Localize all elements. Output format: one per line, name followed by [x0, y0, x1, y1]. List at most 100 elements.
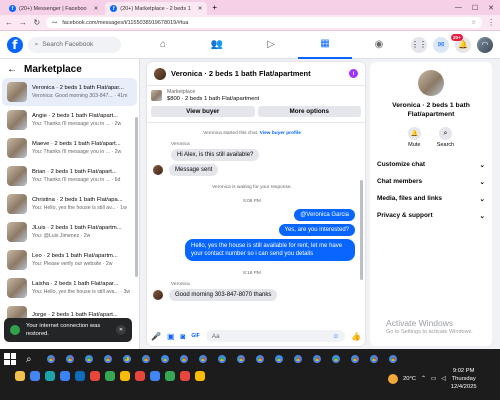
weather-icon[interactable] — [388, 374, 398, 384]
close-window-icon[interactable]: ✕ — [488, 4, 494, 12]
messenger-icon[interactable]: ✉ — [433, 36, 449, 53]
watch-video-icon[interactable]: ▷ — [244, 31, 298, 59]
chrome-icon[interactable] — [30, 371, 40, 381]
chrome-profile-icon[interactable] — [120, 371, 130, 381]
chat-list-item[interactable]: Maeve · 2 beds 1 bath Flat/apart... You: … — [2, 134, 137, 162]
chrome-window-icon[interactable] — [271, 352, 286, 366]
search-input[interactable]: ⌕ Search Facebook — [27, 36, 121, 53]
new-tab-icon[interactable]: + — [212, 3, 217, 12]
taskbar-search-icon[interactable]: ⌕ — [26, 354, 32, 365]
mail-icon[interactable] — [75, 371, 85, 381]
chrome-profile-icon[interactable] — [180, 371, 190, 381]
voice-clip-icon[interactable]: 🎤 — [151, 332, 161, 341]
reload-icon[interactable]: ↻ — [32, 18, 42, 28]
chrome-window-icon[interactable] — [347, 352, 362, 366]
url-field[interactable]: ⊶ facebook.com/messages/t/11550389196780… — [45, 17, 483, 28]
chrome-window-icon[interactable] — [176, 352, 191, 366]
tray-overflow-icon[interactable]: ⌃ — [421, 376, 426, 382]
chrome-profile-icon[interactable] — [135, 371, 145, 381]
chrome-window-icon[interactable] — [385, 352, 400, 366]
chrome-window-icon[interactable] — [138, 352, 153, 366]
attach-photo-icon[interactable]: ▣ — [167, 332, 175, 341]
store-icon[interactable] — [60, 371, 70, 381]
close-tab-icon[interactable]: ✕ — [198, 6, 203, 12]
chrome-window-icon[interactable] — [252, 352, 267, 366]
emoji-icon[interactable]: ☺ — [332, 333, 339, 340]
file-explorer-icon[interactable] — [15, 371, 25, 381]
chat-list-item[interactable]: Veronica · 2 beds 1 bath Flat/apar... Ver… — [2, 78, 137, 106]
like-thumb-icon[interactable]: 👍 — [351, 332, 361, 341]
chrome-window-icon[interactable] — [119, 352, 134, 366]
maximize-window-icon[interactable]: ☐ — [472, 4, 478, 12]
view-buyer-button[interactable]: View buyer — [151, 106, 255, 117]
facebook-favicon-icon: f — [110, 5, 118, 12]
chat-list-item[interactable]: Leo · 2 beds 1 bath Flat/apartm... You: P… — [2, 246, 137, 274]
privacy-support-section[interactable]: Privacy & support ⌄ — [370, 207, 492, 224]
close-toast-icon[interactable]: ✕ — [116, 325, 126, 335]
sticker-icon[interactable]: ◙ — [181, 332, 186, 341]
browser-tab-messenger[interactable]: f (20+) Messenger | Faceboo ✕ — [4, 2, 103, 15]
chat-list-item[interactable]: JLuis · 2 beds 1 bath Flat/apartm... You:… — [2, 218, 137, 246]
back-icon[interactable]: ← — [4, 18, 14, 28]
listing-source: Marketplace — [167, 89, 196, 95]
facebook-logo-icon[interactable]: f — [7, 36, 23, 53]
menu-grid-icon[interactable]: ⋮⋮ — [411, 36, 427, 53]
forward-icon[interactable]: → — [18, 18, 28, 28]
view-buyer-profile-link[interactable]: View buyer profile — [260, 131, 301, 136]
chrome-window-icon[interactable] — [62, 352, 77, 366]
chat-list-item[interactable]: Brian · 2 beds 1 bath Flat/apart... You: … — [2, 162, 137, 190]
gif-icon[interactable]: GIF — [191, 333, 199, 339]
chrome-window-icon[interactable] — [309, 352, 324, 366]
mute-button[interactable]: 🔔 Mute — [407, 127, 421, 148]
home-icon[interactable]: ⌂ — [136, 31, 190, 59]
network-icon[interactable]: ▭ — [431, 376, 436, 382]
chat-list-item[interactable]: Angie · 2 beds 1 bath Flat/apart... You: … — [2, 106, 137, 134]
chrome-window-icon[interactable] — [214, 352, 229, 366]
groups-icon[interactable]: ◉ — [352, 31, 406, 59]
bookmark-star-icon[interactable]: ☆ — [471, 20, 476, 26]
chat-members-section[interactable]: Chat members ⌄ — [370, 173, 492, 190]
volume-icon[interactable]: ◁ — [441, 376, 445, 382]
chat-list-item[interactable]: Christina · 2 beds 1 bath Flat/apa... You… — [2, 190, 137, 218]
chrome-profile-icon[interactable] — [105, 371, 115, 381]
edge-icon[interactable] — [45, 371, 55, 381]
list-scrollbar[interactable] — [135, 117, 138, 277]
chrome-window-icon[interactable] — [328, 352, 343, 366]
marketplace-icon[interactable]: ▦ — [298, 31, 352, 59]
chrome-profile-icon[interactable] — [90, 371, 100, 381]
chrome-profile-icon[interactable] — [165, 371, 175, 381]
chrome-window-icon[interactable] — [157, 352, 172, 366]
search-in-chat-button[interactable]: ⌕ Search — [437, 127, 454, 148]
chat-list-item[interactable]: Laisha · 2 beds 1 bath Flat/apar... You: … — [2, 274, 137, 302]
profile-avatar[interactable]: ◠ — [477, 36, 493, 53]
browser-menu-icon[interactable]: ⋮ — [486, 18, 496, 28]
chrome-profile-icon[interactable] — [195, 371, 205, 381]
buyer-avatar[interactable] — [154, 67, 166, 80]
browser-tab-marketplace[interactable]: f (20+) Marketplace - 2 beds 1 ✕ — [105, 2, 208, 15]
chrome-window-icon[interactable] — [366, 352, 381, 366]
chrome-window-icon[interactable] — [100, 352, 115, 366]
chat-scrollbar[interactable] — [360, 180, 363, 280]
friends-icon[interactable]: 👥 — [190, 31, 244, 59]
start-windows-icon[interactable] — [4, 353, 16, 365]
media-files-section[interactable]: Media, files and links ⌄ — [370, 190, 492, 207]
chrome-window-icon[interactable] — [43, 352, 58, 366]
chrome-window-icon[interactable] — [81, 352, 96, 366]
minimize-window-icon[interactable]: — — [455, 4, 462, 11]
site-info-icon[interactable]: ⊶ — [52, 20, 58, 26]
close-tab-icon[interactable]: ✕ — [94, 6, 99, 12]
more-options-button[interactable]: More options — [257, 106, 361, 117]
chat-info-icon[interactable]: i — [349, 69, 358, 78]
chrome-window-icon[interactable] — [290, 352, 305, 366]
listing-card[interactable]: Marketplace $800 · 2 beds 1 bath Flat/ap… — [147, 86, 365, 105]
sender-avatar[interactable] — [153, 290, 163, 300]
clock[interactable]: 9:02 PM Thursday 12/4/2025 — [451, 367, 477, 391]
chrome-window-icon[interactable] — [195, 352, 210, 366]
customize-chat-section[interactable]: Customize chat ⌄ — [370, 156, 492, 173]
message-input[interactable]: Aa ☺ — [205, 330, 346, 342]
sender-avatar[interactable] — [153, 165, 163, 175]
back-arrow-icon[interactable]: ← — [7, 64, 17, 75]
chrome-window-icon[interactable] — [233, 352, 248, 366]
chrome-profile-icon[interactable] — [150, 371, 160, 381]
listing-image[interactable] — [418, 70, 444, 96]
